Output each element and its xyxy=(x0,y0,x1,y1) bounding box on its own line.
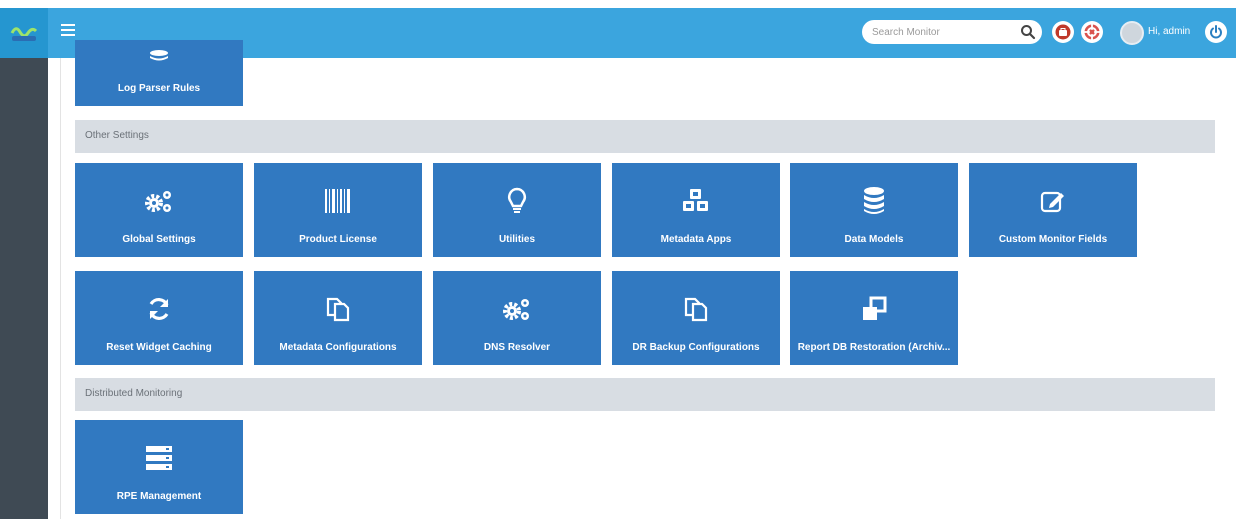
logo-block[interactable] xyxy=(0,8,48,58)
menu-icon[interactable] xyxy=(60,24,76,40)
logout-button[interactable] xyxy=(1205,21,1227,43)
tile-label: Custom Monitor Fields xyxy=(998,234,1108,245)
copy-icon xyxy=(254,293,422,325)
tile-label: DNS Resolver xyxy=(483,342,551,353)
edit-icon xyxy=(969,185,1137,217)
tile-global-settings[interactable]: Global Settings xyxy=(75,163,243,257)
cogs-icon xyxy=(75,185,243,217)
tile-label: DR Backup Configurations xyxy=(632,342,760,353)
tile-custom-monitor-fields[interactable]: Custom Monitor Fields xyxy=(969,163,1137,257)
logo-icon xyxy=(10,27,38,41)
refresh-icon xyxy=(75,293,243,325)
tile-metadata-configurations[interactable]: Metadata Configurations xyxy=(254,271,422,365)
restore-icon xyxy=(790,293,958,325)
section-header-other-settings: Other Settings xyxy=(75,120,1215,153)
help-button[interactable] xyxy=(1081,21,1103,43)
tile-label: Report DB Restoration (Archiv... xyxy=(797,342,951,353)
search-input[interactable] xyxy=(872,23,1012,41)
tile-label: Utilities xyxy=(498,234,536,245)
tile-label: Global Settings xyxy=(122,234,196,245)
tile-dns-resolver[interactable]: DNS Resolver xyxy=(433,271,601,365)
search-box xyxy=(862,20,1042,44)
tile-utilities[interactable]: Utilities xyxy=(433,163,601,257)
briefcase-button[interactable] xyxy=(1052,21,1074,43)
briefcase-icon xyxy=(1055,24,1071,40)
tile-product-license[interactable]: Product License xyxy=(254,163,422,257)
barcode-icon xyxy=(254,185,422,217)
tile-report-db-restoration[interactable]: Report DB Restoration (Archiv... xyxy=(790,271,958,365)
cubes-icon xyxy=(612,185,780,217)
power-icon xyxy=(1210,25,1222,39)
section-title: Distributed Monitoring xyxy=(85,388,183,399)
cogs-icon xyxy=(433,293,601,325)
section-header-distributed-monitoring: Distributed Monitoring xyxy=(75,378,1215,411)
tile-label: RPE Management xyxy=(116,491,202,502)
lightbulb-icon xyxy=(433,185,601,217)
avatar xyxy=(1120,21,1144,45)
tile-label: Product License xyxy=(299,234,377,245)
tile-log-parser-rules[interactable]: Log Parser Rules xyxy=(75,40,243,106)
tile-dr-backup-configurations[interactable]: DR Backup Configurations xyxy=(612,271,780,365)
section-title: Other Settings xyxy=(85,130,149,141)
tile-data-models[interactable]: Data Models xyxy=(790,163,958,257)
search-icon[interactable] xyxy=(1020,24,1036,40)
tile-label: Reset Widget Caching xyxy=(106,342,212,353)
tile-label: Data Models xyxy=(844,234,904,245)
tile-rpe-management[interactable]: RPE Management xyxy=(75,420,243,514)
sidebar xyxy=(0,58,48,519)
database-icon xyxy=(790,185,958,217)
tile-label: Metadata Apps xyxy=(660,234,732,245)
lifebuoy-icon xyxy=(1084,24,1100,40)
tile-label: Log Parser Rules xyxy=(117,83,201,94)
server-icon xyxy=(75,442,243,474)
tile-metadata-apps[interactable]: Metadata Apps xyxy=(612,163,780,257)
copy-icon xyxy=(612,293,780,325)
tile-reset-widget-caching[interactable]: Reset Widget Caching xyxy=(75,271,243,365)
database-icon xyxy=(75,48,243,64)
user-greeting: Hi, admin xyxy=(1148,26,1191,37)
tile-label: Metadata Configurations xyxy=(279,342,397,353)
